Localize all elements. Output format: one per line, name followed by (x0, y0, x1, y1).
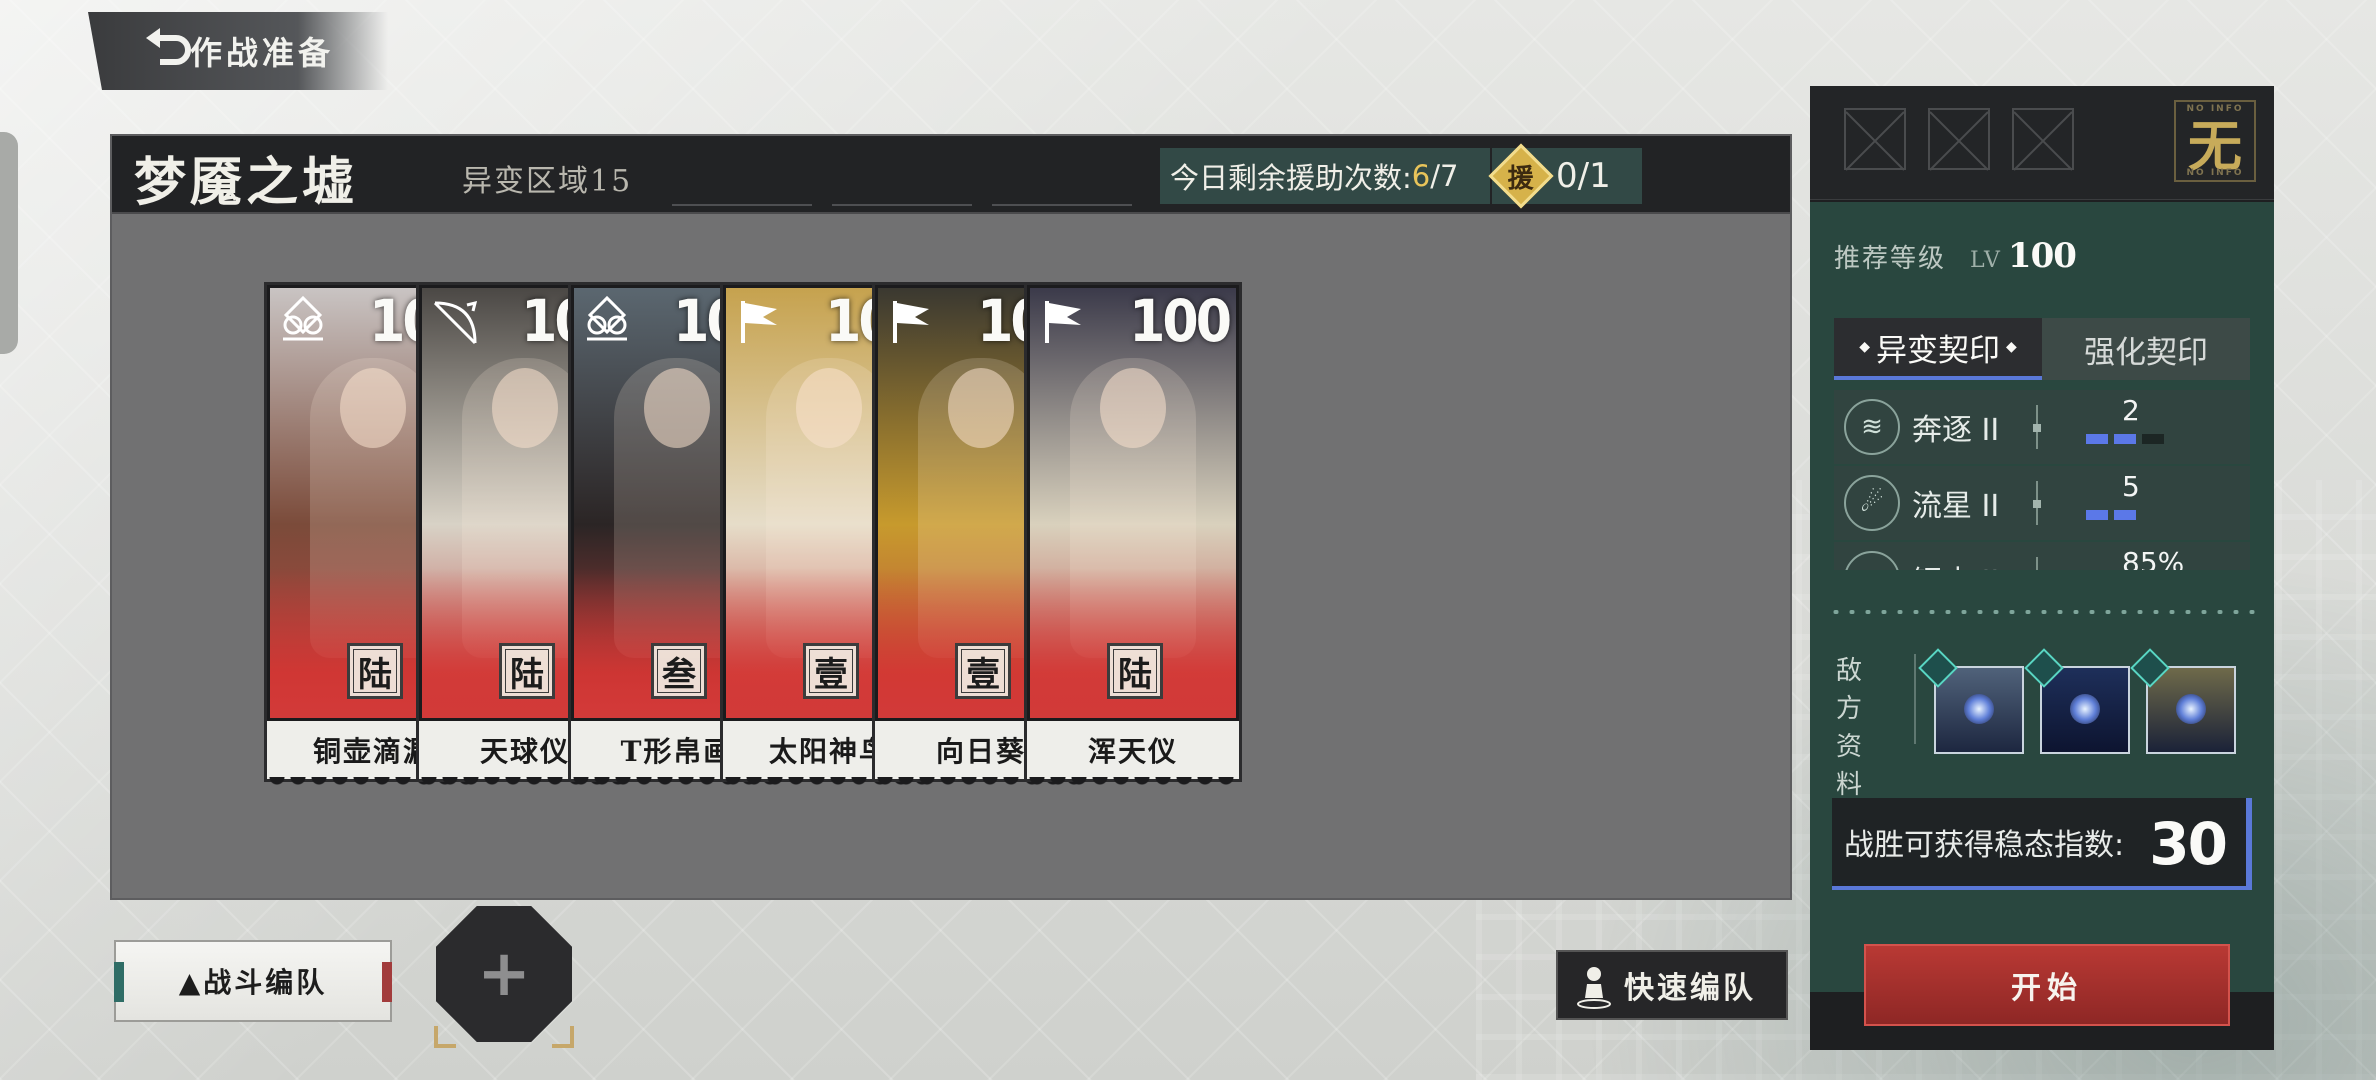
seal-divider (2036, 557, 2038, 570)
no-info-badge: 无 NO INFO NO INFO (2174, 100, 2256, 182)
victory-reward: 战胜可获得稳态指数: 30 (1832, 798, 2252, 890)
tab-anomaly-seal[interactable]: 异变契印 (1834, 318, 2042, 380)
recommended-level-label: 推荐等级 (1834, 244, 1947, 274)
seal-name: 奔逐 II (1912, 413, 2000, 448)
knot-icon (579, 295, 635, 347)
character-rank: 壹 (955, 643, 1011, 699)
seal-row[interactable]: ◎ 铜皮 II 85% (1834, 542, 2250, 570)
character-rank: 叁 (651, 643, 707, 699)
stage-subtitle: 异变区域15 (462, 164, 633, 199)
flag-icon (1035, 295, 1091, 347)
add-team-button[interactable]: + (436, 906, 572, 1042)
assist-slots: 0/1 (1556, 156, 1611, 196)
character-card[interactable]: 100 陆浑天仪 (1024, 282, 1242, 789)
team-panel: 梦魇之墟 异变区域15 今日剩余援助次数: 6 /7 援 0/1 100陆铜壶滴… (110, 134, 1792, 900)
assist-icon: 援 (1488, 143, 1554, 209)
seal-level-bars (2086, 434, 2164, 444)
flag-icon (883, 295, 939, 347)
seal-name: 铜皮 II (1912, 557, 2036, 570)
battle-team-label: ▲战斗编队 (178, 966, 328, 999)
start-label: 开始 (2011, 971, 2083, 1006)
start-button[interactable]: 开始 (1864, 944, 2230, 1026)
knot-icon (275, 295, 331, 347)
enemy-portrait[interactable] (1918, 648, 2024, 754)
enemy-portrait[interactable] (2130, 648, 2236, 754)
plus-icon: + (477, 937, 531, 1011)
quick-team-label: 快速编队 (1624, 971, 1756, 1006)
flag-icon (731, 295, 787, 347)
enemy-core-icon (1964, 694, 1994, 724)
meteor-icon: ☄ (1844, 475, 1900, 531)
edge-pull-tab[interactable] (0, 132, 18, 354)
shield-icon: ◎ (1844, 551, 1900, 570)
seal-value: 85% (2122, 546, 2185, 570)
character-rank: 陆 (1107, 643, 1163, 699)
character-level: 100 (1129, 287, 1232, 355)
empty-slot-icon (1844, 108, 1906, 170)
empty-slot-icon (2012, 108, 2074, 170)
assist-count-box: 今日剩余援助次数: 6 /7 (1160, 148, 1490, 204)
empty-slot-icon (1928, 108, 1990, 170)
enemy-divider (1914, 654, 1916, 744)
assist-slot-box[interactable]: 援 0/1 (1488, 143, 1642, 209)
wing-icon: ≋ (1844, 399, 1900, 455)
seal-divider (2033, 405, 2041, 449)
seal-row[interactable]: ☄ 流星 II 5 (1834, 466, 2250, 540)
enemy-core-icon (2176, 694, 2206, 724)
seal-row[interactable]: ≋ 奔逐 II 2 (1834, 390, 2250, 464)
seal-divider (2033, 481, 2041, 525)
recommended-level: 推荐等级 LV 100 (1834, 236, 2077, 276)
battle-team-button[interactable]: ▲战斗编队 (114, 940, 392, 1022)
corner-deco (434, 1026, 456, 1048)
character-name: 浑天仪 (1027, 721, 1239, 789)
assist-total: /7 (1430, 159, 1459, 193)
seal-tabs: 异变契印 强化契印 (1834, 318, 2250, 384)
stage-info-panel: 无 NO INFO NO INFO 推荐等级 LV100 异变契印 强化契印 ≋ 奔… (1810, 86, 2274, 1050)
character-rank: 陆 (347, 643, 403, 699)
recommended-level-value: 100 (2007, 236, 2077, 276)
elite-mark-icon (1918, 648, 1958, 688)
seal-name: 流星 II (1912, 489, 2000, 524)
assist-remaining: 6 (1411, 159, 1431, 193)
stage-details: 推荐等级 LV100 异变契印 强化契印 ≋ 奔逐 II 2 ☄ 流星 II 5 ◎ 铜皮 II… (1810, 202, 2274, 992)
seal-value: 5 (2122, 470, 2140, 503)
stage-header: 梦魇之墟 异变区域15 今日剩余援助次数: 6 /7 援 0/1 (112, 136, 1790, 214)
seal-level-bars (2086, 510, 2136, 520)
enemy-portrait[interactable] (2024, 648, 2130, 754)
bow-icon (427, 295, 483, 347)
character-rank: 壹 (803, 643, 859, 699)
enemy-info-label: 敌方资料 (1836, 656, 1865, 800)
character-rank: 陆 (499, 643, 555, 699)
back-arrow-icon (146, 28, 191, 65)
seal-list[interactable]: ≋ 奔逐 II 2 ☄ 流星 II 5 ◎ 铜皮 II 85% (1834, 390, 2250, 570)
person-icon (1577, 967, 1611, 1009)
enemy-core-icon (2070, 694, 2100, 724)
header-divider (672, 204, 1232, 206)
quick-team-button[interactable]: 快速编队 (1556, 950, 1788, 1020)
victory-reward-label: 战胜可获得稳态指数: (1844, 828, 2125, 863)
corner-deco (552, 1026, 574, 1048)
back-label: 作战准备 (190, 34, 335, 72)
back-button[interactable]: 作战准备 (88, 12, 388, 90)
tab-enhance-seal[interactable]: 强化契印 (2042, 318, 2250, 380)
stage-title: 梦魇之墟 (134, 152, 359, 213)
elite-mark-icon (2024, 648, 2064, 688)
elite-mark-icon (2130, 648, 2170, 688)
lv-prefix: LV (1970, 248, 2002, 273)
seal-value: 2 (2122, 394, 2140, 427)
dotted-divider (1828, 610, 2256, 614)
reward-slots: 无 NO INFO NO INFO (1810, 86, 2274, 200)
assist-label: 今日剩余援助次数: (1170, 161, 1412, 195)
victory-reward-value: 30 (2149, 810, 2228, 878)
